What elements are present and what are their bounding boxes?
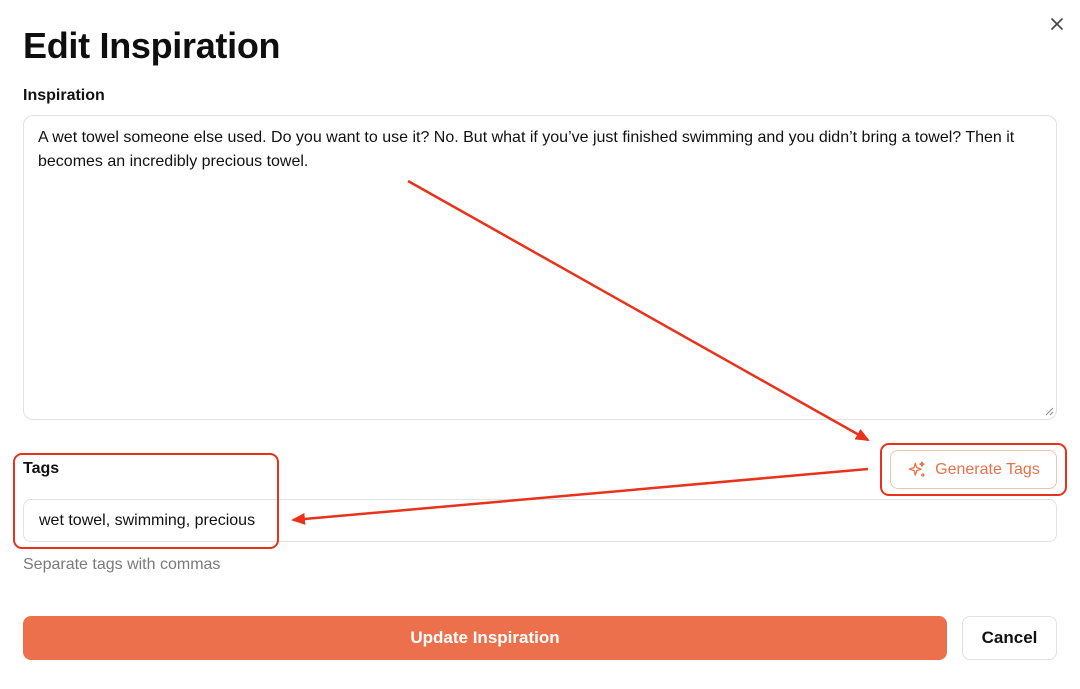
tags-label: Tags [23,460,60,477]
edit-inspiration-dialog: Edit Inspiration Inspiration A wet towel… [0,0,1080,689]
sparkles-icon [908,460,925,477]
tags-hint: Separate tags with commas [23,556,221,573]
inspiration-label: Inspiration [23,87,105,104]
dialog-title: Edit Inspiration [23,25,281,66]
inspiration-textarea[interactable] [23,115,1057,420]
close-button[interactable] [1047,14,1067,34]
tags-input[interactable] [23,499,1057,542]
generate-tags-label: Generate Tags [935,460,1040,478]
cancel-button[interactable]: Cancel [962,616,1057,660]
update-inspiration-button[interactable]: Update Inspiration [23,616,947,660]
resize-handle-icon[interactable] [1044,406,1054,416]
close-icon [1051,18,1063,30]
generate-tags-button[interactable]: Generate Tags [890,450,1057,489]
